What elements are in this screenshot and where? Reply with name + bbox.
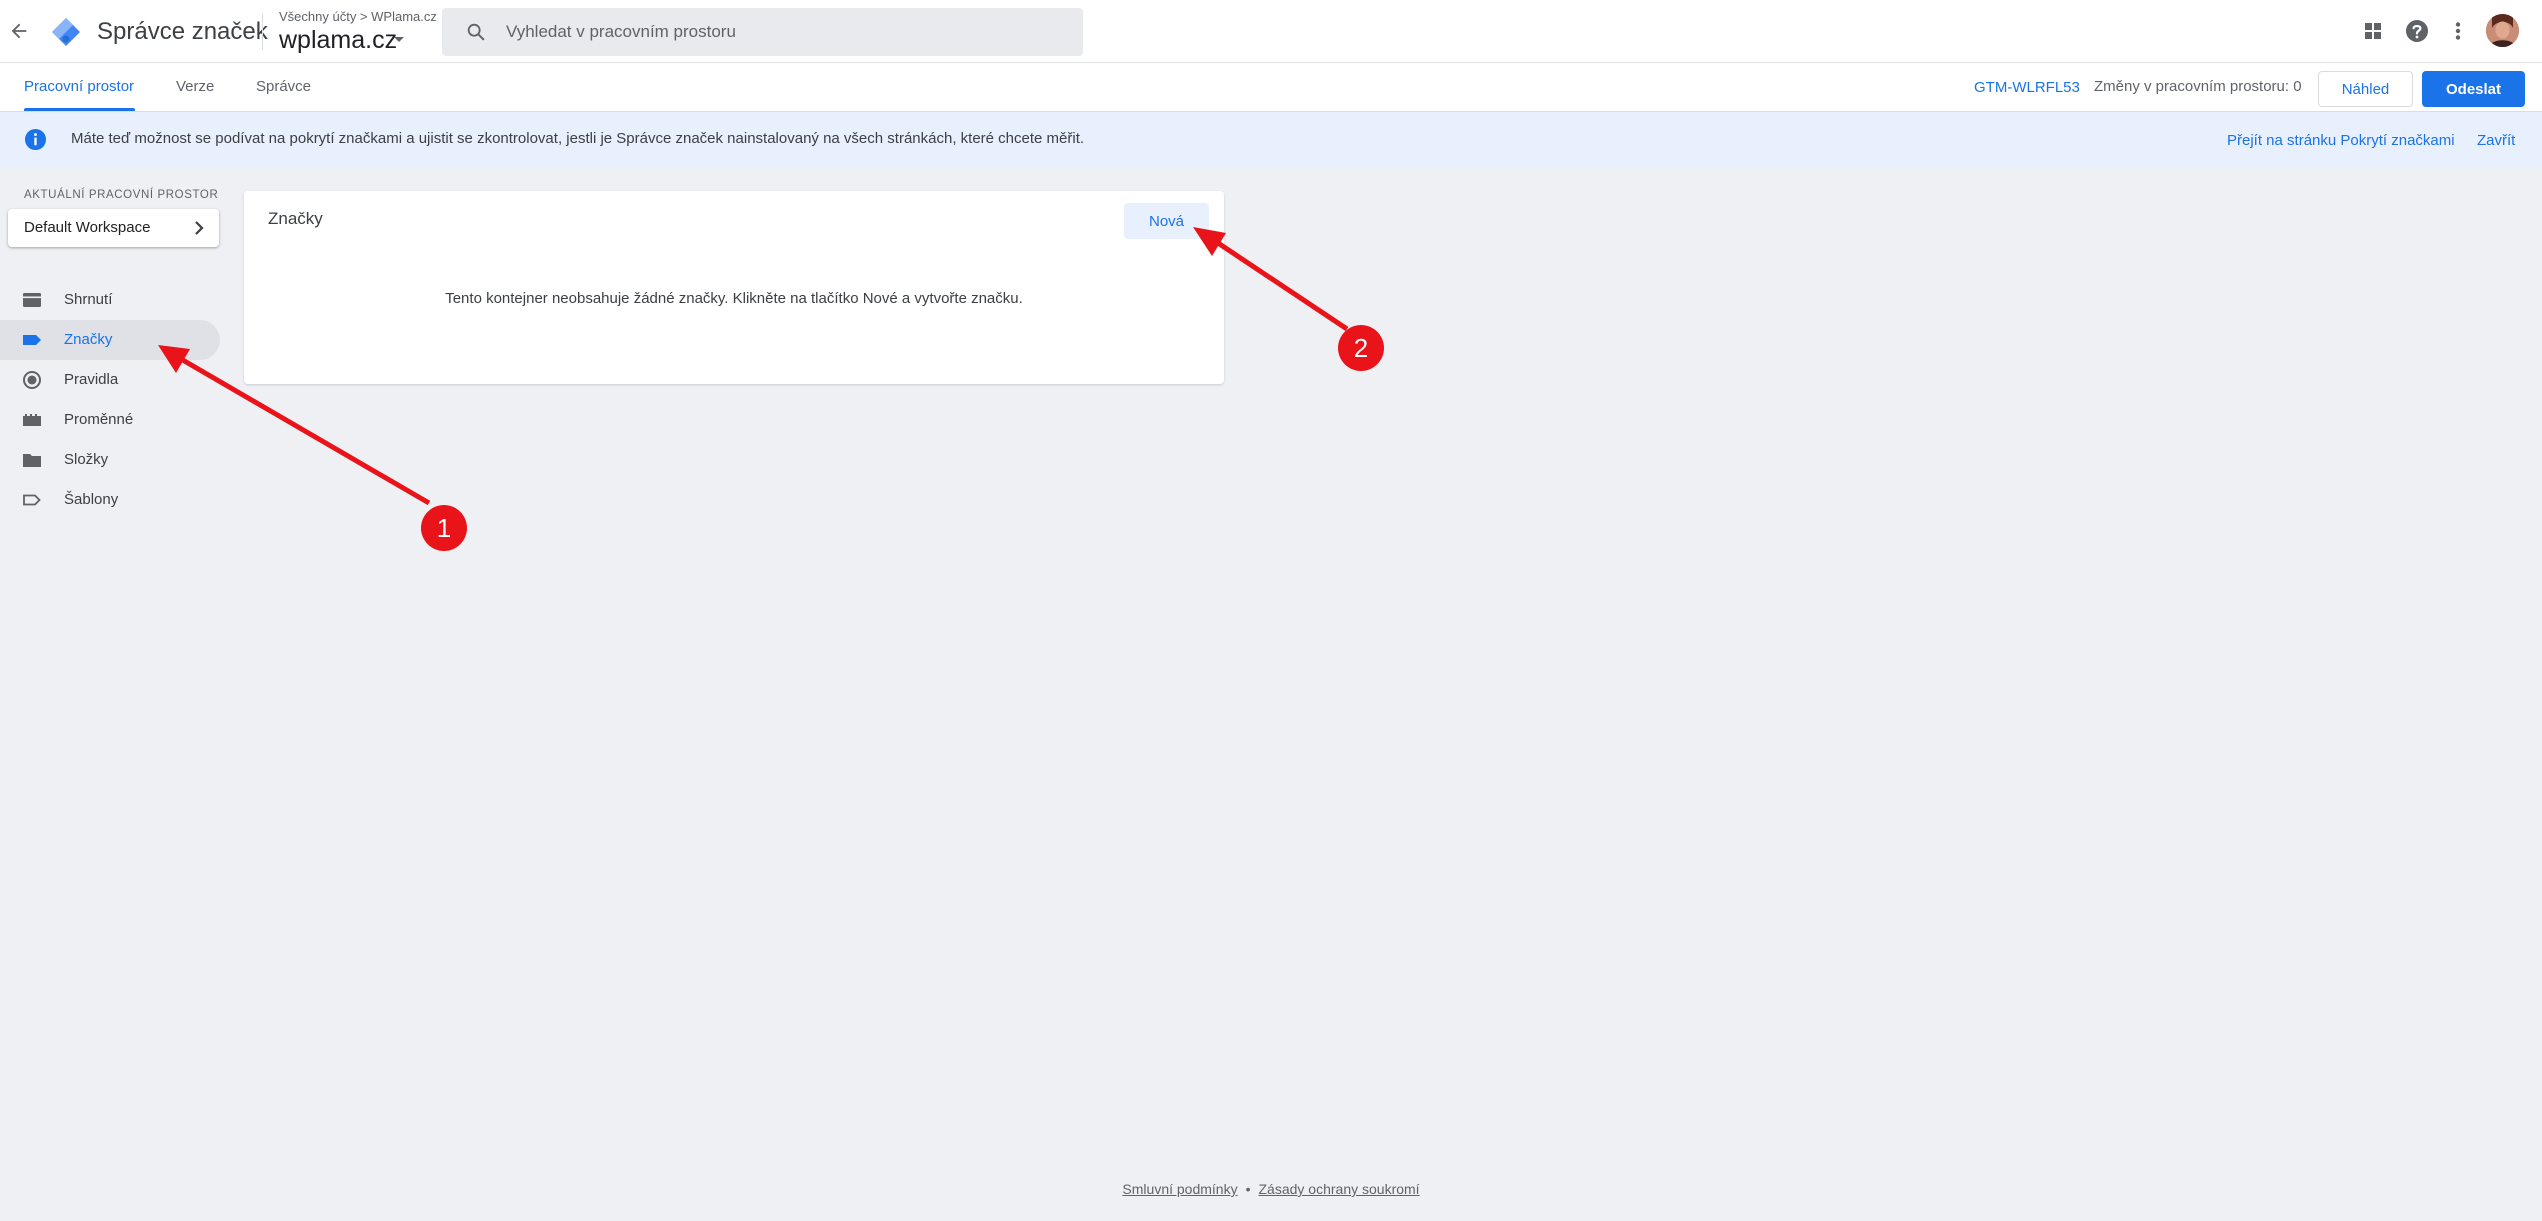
help-icon[interactable] [2404,18,2430,44]
tab-versions[interactable]: Verze [176,78,214,95]
workspace-section-label: AKTUÁLNÍ PRACOVNÍ PROSTOR [24,189,219,201]
search-icon [465,21,487,43]
privacy-link[interactable]: Zásady ochrany soukromí [1259,1181,1420,1197]
header-divider [262,13,263,50]
tab-workspace[interactable]: Pracovní prostor [24,78,134,95]
info-banner: Máte teď možnost se podívat na pokrytí z… [0,112,2542,167]
preview-button[interactable]: Náhled [2318,71,2413,107]
active-tab-indicator [24,108,135,111]
annotation-arrow-2 [1213,238,1349,332]
gtm-logo[interactable] [50,16,82,48]
sidebar-item-folders[interactable]: Složky [0,440,220,480]
summary-icon [22,290,42,310]
footer: Smluvní podmínky • Zásady ochrany soukromí [0,1181,2542,1197]
container-selector[interactable]: wplama.cz [279,26,397,55]
banner-close-button[interactable]: Zavřít [2477,132,2515,149]
workspace-name: Default Workspace [24,219,151,236]
variable-icon [22,410,42,430]
chevron-right-icon [189,217,209,239]
banner-message: Máte teď možnost se podívat na pokrytí z… [71,130,1085,147]
chevron-down-icon[interactable] [390,32,408,50]
sidebar-item-label: Pravidla [64,371,119,388]
tag-coverage-link[interactable]: Přejít na stránku Pokrytí značkami [2227,132,2455,149]
sidebar-item-tags[interactable]: Značky [0,320,220,360]
submit-button[interactable]: Odeslat [2422,71,2525,107]
template-icon [22,490,42,510]
folder-icon [22,450,42,470]
sidebar-item-label: Šablony [64,491,119,508]
trigger-icon [22,370,42,390]
avatar[interactable] [2486,14,2519,47]
annotation-marker-2 [1338,325,1384,371]
empty-state-message: Tento kontejner neobsahuje žádné značky.… [445,290,1023,307]
container-id-link[interactable]: GTM-WLRFL53 [1974,79,2080,96]
annotation-overlay [158,227,1384,551]
terms-link[interactable]: Smluvní podmínky [1122,1181,1237,1197]
workspace-selector[interactable]: Default Workspace [8,209,219,247]
annotation-marker-1 [421,505,467,551]
workspace-tabbar: Pracovní prostor Verze Správce GTM-WLRFL… [0,63,2542,112]
workspace-changes-count: Změny v pracovním prostoru: 0 [2094,78,2302,95]
top-app-bar: Správce značek Všechny účty > WPlama.cz … [0,0,2542,63]
tab-admin[interactable]: Správce [256,78,311,95]
sidebar-item-triggers[interactable]: Pravidla [0,360,220,400]
workspace-search[interactable] [442,8,1083,56]
sidebar-item-label: Shrnutí [64,291,113,308]
annotation-marker-2-label: 2 [1353,333,1369,363]
arrow-back-icon[interactable] [8,20,30,42]
card-title: Značky [268,209,323,228]
sidebar-item-summary[interactable]: Shrnutí [0,280,220,320]
tag-icon [22,330,42,350]
annotation-marker-1-label: 1 [436,513,452,543]
sidebar-item-label: Značky [64,331,113,348]
info-icon [24,128,47,151]
search-input[interactable] [506,8,1066,56]
breadcrumb[interactable]: Všechny účty > WPlama.cz [279,9,437,24]
footer-separator: • [1245,1181,1251,1197]
app-title: Správce značek [97,18,268,45]
tags-card: Značky Nová Tento kontejner neobsahuje ž… [244,191,1224,384]
sidebar-item-label: Proměnné [64,411,134,428]
new-tag-button[interactable]: Nová [1124,203,1209,239]
sidebar-item-variables[interactable]: Proměnné [0,400,220,440]
sidebar-item-templates[interactable]: Šablony [0,480,220,520]
more-vert-icon[interactable] [2445,18,2471,44]
sidebar-item-label: Složky [64,451,109,468]
apps-icon[interactable] [2360,18,2386,44]
